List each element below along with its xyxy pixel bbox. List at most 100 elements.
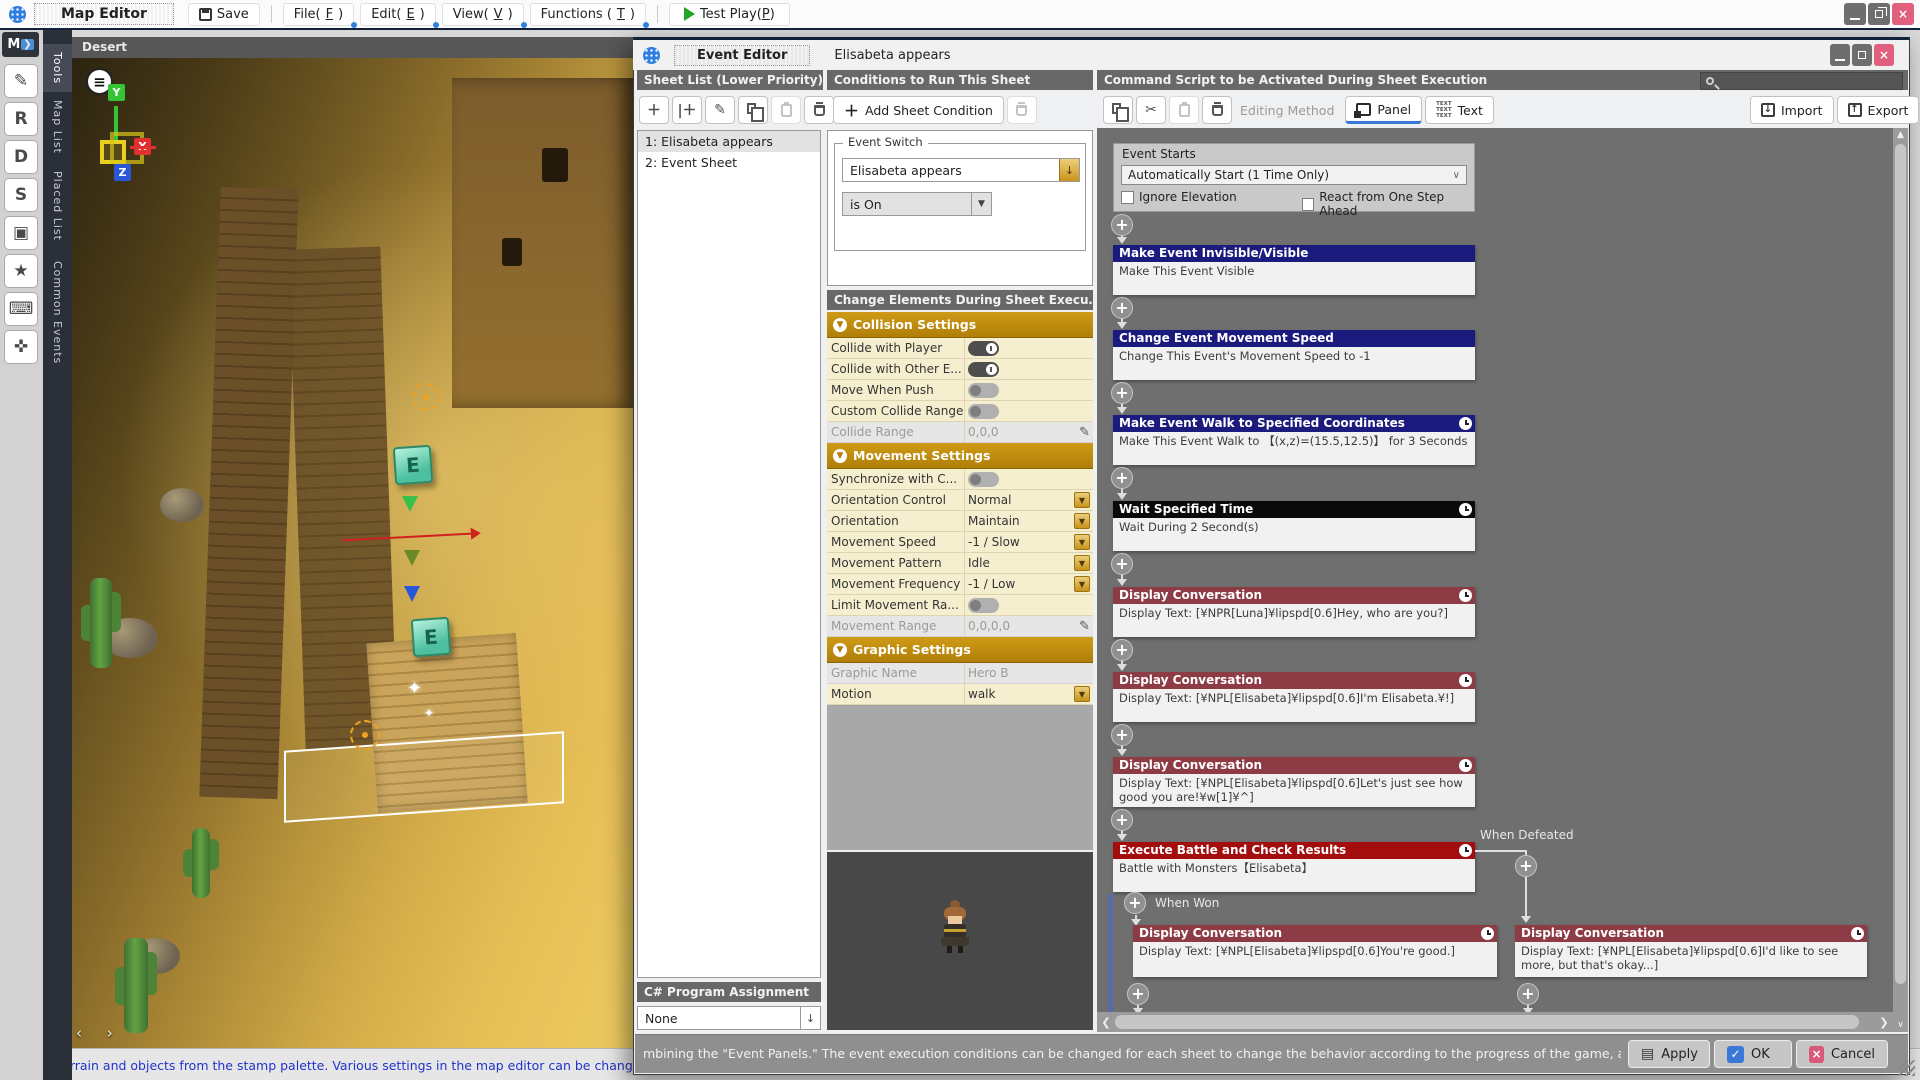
- gizmo-z-label[interactable]: Z: [114, 164, 131, 181]
- ee-maximize-button[interactable]: [1852, 44, 1872, 66]
- rename-sheet-button[interactable]: ✎: [705, 96, 735, 124]
- copy-command-button[interactable]: [1103, 96, 1133, 124]
- edit-pencil-icon[interactable]: ✎: [1079, 619, 1090, 634]
- input-icon[interactable]: ⌨: [4, 292, 38, 326]
- export-button[interactable]: ↑ Export: [1837, 96, 1920, 124]
- app-close-button[interactable]: ×: [1892, 3, 1914, 25]
- ok-button[interactable]: ✓ OK: [1714, 1040, 1792, 1068]
- text-mode-button[interactable]: TEXTTEXTTEXT Text: [1425, 96, 1494, 124]
- delete-condition-button[interactable]: [1007, 96, 1037, 124]
- delete-sheet-button[interactable]: [804, 96, 834, 124]
- toggle-off[interactable]: [968, 383, 999, 398]
- chevron-down-icon[interactable]: ▼: [1074, 686, 1090, 702]
- insert-command-button[interactable]: +: [1111, 297, 1133, 319]
- map-scroll-arrows[interactable]: ‹ ›: [76, 1024, 123, 1042]
- menu-edit-e[interactable]: Edit(E): [360, 3, 436, 26]
- menu-functions-t[interactable]: Functions (T): [530, 3, 646, 26]
- toggle-off[interactable]: [968, 404, 999, 419]
- sheet-list-item[interactable]: 1: Elisabeta appears: [638, 131, 820, 152]
- resize-grip[interactable]: [1899, 1060, 1915, 1076]
- section-header-movement-settings[interactable]: ▼Movement Settings: [827, 443, 1093, 469]
- settings-icon[interactable]: S: [4, 178, 38, 212]
- chevron-down-icon[interactable]: ▼: [1074, 555, 1090, 571]
- section-header-graphic-settings[interactable]: ▼Graphic Settings: [827, 637, 1093, 663]
- toggle-on[interactable]: [968, 362, 999, 377]
- scroll-left-arrow[interactable]: ❮: [1097, 1016, 1115, 1029]
- test-play-button[interactable]: Test Play(P): [669, 3, 790, 26]
- csharp-select[interactable]: None ↓: [637, 1006, 821, 1030]
- command-card[interactable]: Make Event Walk to Specified Coordinates…: [1113, 415, 1475, 465]
- scrollbar-thumb[interactable]: [1895, 144, 1906, 984]
- insert-command-button[interactable]: +: [1111, 553, 1133, 575]
- command-card-when-defeated[interactable]: Display ConversationDisplay Text: [¥NPL[…: [1515, 925, 1867, 977]
- chevron-down-icon[interactable]: ▼: [1074, 576, 1090, 592]
- event-starts-select[interactable]: Automatically Start (1 Time Only) ∨: [1121, 165, 1467, 185]
- sheet-list-item[interactable]: 2: Event Sheet: [638, 152, 820, 173]
- insert-command-button[interactable]: +: [1515, 855, 1537, 877]
- save-button[interactable]: Save: [188, 3, 260, 26]
- command-search-input[interactable]: [1700, 72, 1903, 90]
- paste-command-button[interactable]: [1169, 96, 1199, 124]
- toggle-off[interactable]: [968, 598, 999, 613]
- toggle-on[interactable]: [968, 341, 999, 356]
- achievement-icon[interactable]: ★: [4, 254, 38, 288]
- add-sheet-button[interactable]: ＋: [639, 96, 669, 124]
- command-script-canvas[interactable]: Event Starts Automatically Start (1 Time…: [1097, 128, 1893, 1012]
- sidebar-tab-map-list[interactable]: Map List: [43, 96, 72, 158]
- insert-command-button[interactable]: +: [1111, 724, 1133, 746]
- resource-icon[interactable]: R: [4, 102, 38, 136]
- chevron-down-icon[interactable]: ▼: [1074, 534, 1090, 550]
- insert-command-button[interactable]: +: [1111, 809, 1133, 831]
- ee-minimize-button[interactable]: [1830, 44, 1850, 66]
- ee-close-button[interactable]: ×: [1874, 44, 1894, 66]
- insert-command-button[interactable]: +: [1124, 892, 1146, 914]
- cut-command-button[interactable]: ✂: [1136, 96, 1166, 124]
- switch-state-select[interactable]: is On ▼: [842, 192, 992, 216]
- insert-command-button[interactable]: +: [1111, 467, 1133, 489]
- scroll-right-arrow[interactable]: ❯: [1875, 1016, 1893, 1029]
- app-restore-button[interactable]: [1868, 3, 1890, 25]
- paste-sheet-button[interactable]: [771, 96, 801, 124]
- command-card[interactable]: Change Event Movement SpeedChange This E…: [1113, 330, 1475, 380]
- event-sprite-marker[interactable]: E: [393, 445, 434, 486]
- sidebar-tab-common-events[interactable]: Common Events: [43, 254, 72, 372]
- horizontal-scrollbar[interactable]: ❮ ❯: [1097, 1012, 1893, 1032]
- scroll-down-arrow[interactable]: ∨: [1893, 1020, 1908, 1030]
- insert-command-button[interactable]: +: [1517, 983, 1539, 1005]
- map-viewport[interactable]: E E ✦ ✦ ≡ Y X Z ‹ ›: [72, 58, 633, 1048]
- sidebar-tab-placed-list[interactable]: Placed List: [43, 166, 72, 246]
- scroll-up-arrow[interactable]: ▲: [1893, 130, 1908, 140]
- sidebar-tab-tools[interactable]: Tools: [43, 44, 72, 92]
- insert-command-button[interactable]: +: [1127, 983, 1149, 1005]
- app-minimize-button[interactable]: [1844, 3, 1866, 25]
- chevron-down-icon[interactable]: ▼: [1074, 492, 1090, 508]
- command-card[interactable]: Execute Battle and Check ResultsBattle w…: [1113, 842, 1475, 892]
- toggle-off[interactable]: [968, 472, 999, 487]
- section-header-collision-settings[interactable]: ▼Collision Settings: [827, 312, 1093, 338]
- command-card-when-won[interactable]: Display ConversationDisplay Text: [¥NPL[…: [1133, 925, 1497, 977]
- menu-view-v[interactable]: View(V): [442, 3, 524, 26]
- cancel-button[interactable]: × Cancel: [1796, 1040, 1888, 1068]
- checkbox-react-from-one-step-ahead[interactable]: React from One Step Ahead: [1302, 190, 1474, 218]
- gizmo-y-label[interactable]: Y: [108, 84, 125, 101]
- import-button[interactable]: ↓ Import: [1750, 96, 1834, 124]
- menu-file-f[interactable]: File(F): [283, 3, 354, 26]
- test-walk-icon[interactable]: ✜: [4, 330, 38, 364]
- scrollbar-thumb[interactable]: [1115, 1015, 1859, 1029]
- chevron-down-icon[interactable]: ▼: [1074, 513, 1090, 529]
- add-sheet-condition-button[interactable]: ＋ Add Sheet Condition: [833, 96, 1004, 124]
- apply-button[interactable]: ▤ Apply: [1628, 1040, 1710, 1068]
- delete-command-button[interactable]: [1202, 96, 1232, 124]
- copy-sheet-button[interactable]: [738, 96, 768, 124]
- checkbox-ignore-elevation[interactable]: Ignore Elevation: [1121, 190, 1237, 204]
- database-icon[interactable]: D: [4, 140, 38, 174]
- command-card[interactable]: Display ConversationDisplay Text: [¥NPL[…: [1113, 672, 1475, 722]
- command-card[interactable]: Wait Specified TimeWait During 2 Second(…: [1113, 501, 1475, 551]
- command-card[interactable]: Display ConversationDisplay Text: [¥NPL[…: [1113, 757, 1475, 807]
- insert-command-button[interactable]: +: [1111, 214, 1133, 236]
- insert-command-button[interactable]: +: [1111, 382, 1133, 404]
- editor-mode-badge[interactable]: M❯: [2, 32, 39, 57]
- vertical-scrollbar[interactable]: ▲ ∨: [1893, 128, 1908, 1032]
- event-switch-select[interactable]: Elisabeta appears ↓: [842, 158, 1080, 182]
- insert-sheet-button[interactable]: |＋: [672, 96, 702, 124]
